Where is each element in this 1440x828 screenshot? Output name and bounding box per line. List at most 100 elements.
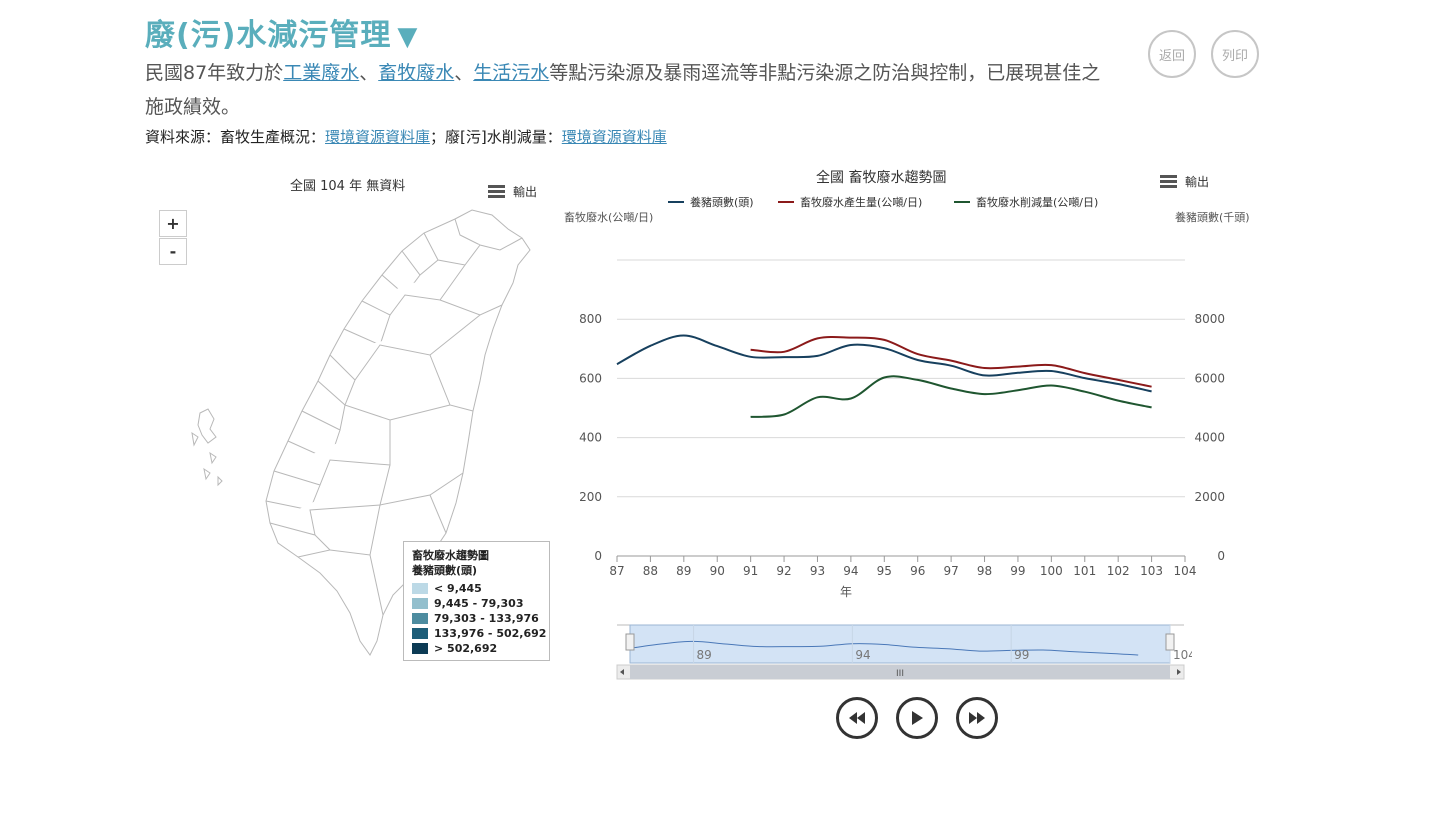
link-industrial-wastewater[interactable]: 工業廢水 — [283, 62, 359, 84]
legend-item-reduced[interactable]: 畜牧廢水削減量(公噸/日) — [954, 194, 1098, 210]
source-link-livestock[interactable]: 環境資源資料庫 — [325, 128, 430, 146]
page-title-text: 廢(污)水減污管理 — [145, 18, 392, 53]
map-title: 全國 104 年 無資料 — [290, 179, 406, 194]
y-tick-label-left: 0 — [594, 549, 602, 563]
y-tick-label-right: 4000 — [1194, 431, 1225, 445]
navigator-handle — [625, 633, 635, 651]
x-tick-label: 89 — [676, 564, 691, 578]
legend-title: 畜牧廢水趨勢圖 — [412, 549, 489, 562]
legend-line — [668, 201, 684, 203]
source-label: 資料來源：畜牧生產概況： — [145, 128, 326, 146]
x-tick-label: 92 — [776, 564, 791, 578]
map-export-button[interactable]: 輸出 — [488, 183, 537, 200]
y-axis-right-label: 養豬頭數(千頭) — [1175, 211, 1250, 224]
y-tick-label-right: 0 — [1217, 549, 1225, 563]
link-livestock-wastewater[interactable]: 畜牧廢水 — [378, 62, 454, 84]
x-tick-label: 95 — [877, 564, 892, 578]
fast-forward-button[interactable] — [956, 697, 998, 739]
print-button[interactable]: 列印 — [1211, 30, 1259, 78]
legend-swatch — [412, 613, 428, 624]
navigator-tick-label: 94 — [855, 648, 870, 662]
navigator-tick-label: 99 — [1014, 648, 1029, 662]
legend-label: 畜牧廢水產生量(公噸/日) — [800, 196, 923, 209]
x-tick-label: 101 — [1073, 564, 1096, 578]
series-line — [616, 334, 1152, 393]
legend-swatch — [412, 628, 428, 639]
legend-subtitle: 養豬頭數(頭) — [412, 564, 478, 577]
x-tick-label: 99 — [1010, 564, 1025, 578]
play-icon — [912, 711, 923, 725]
description-text: 民國87年致力於 — [145, 62, 284, 84]
y-tick-label-left: 600 — [579, 371, 602, 385]
x-tick-label: 90 — [710, 564, 725, 578]
dropdown-toggle-icon[interactable]: ▼ — [397, 22, 418, 52]
y-axis-left-label: 畜牧廢水(公噸/日) — [564, 211, 654, 224]
fast-forward-icon — [969, 712, 985, 724]
legend-row: 79,303 - 133,976 — [412, 611, 549, 626]
chart-navigator[interactable]: 89 94 99 104 III — [612, 620, 1192, 682]
y-tick-label-left: 200 — [579, 490, 602, 504]
x-tick-label: 103 — [1140, 564, 1163, 578]
separator: 、 — [359, 62, 379, 84]
page-title: 廢(污)水減污管理 ▼ — [145, 10, 418, 54]
chart-export-label: 輸出 — [1185, 175, 1210, 189]
legend-label: 79,303 - 133,976 — [434, 612, 539, 625]
link-domestic-sewage[interactable]: 生活污水 — [473, 62, 549, 84]
x-tick-label: 88 — [643, 564, 658, 578]
legend-row: 133,976 - 502,692 — [412, 626, 549, 641]
x-tick-label: 100 — [1040, 564, 1063, 578]
legend-label: 養豬頭數(頭) — [690, 196, 754, 209]
x-tick-label: 87 — [609, 564, 624, 578]
source-label: ；廢[污]水削減量： — [430, 128, 562, 146]
legend-line — [954, 201, 970, 203]
play-button[interactable] — [896, 697, 938, 739]
description: 民國87年致力於工業廢水、畜牧廢水、生活污水等點污染源及暴雨逕流等非點污染源之防… — [145, 56, 1115, 124]
chart-export-button[interactable]: 輸出 — [1160, 173, 1209, 190]
y-tick-label-right: 6000 — [1194, 371, 1225, 385]
series-line — [750, 375, 1152, 418]
x-tick-label: 94 — [843, 564, 858, 578]
legend-label: 9,445 - 79,303 — [434, 597, 524, 610]
x-tick-label: 96 — [910, 564, 925, 578]
menu-icon — [488, 185, 505, 198]
x-tick-label: 98 — [977, 564, 992, 578]
navigator-tick-label: 104 — [1173, 648, 1192, 662]
x-tick-label: 91 — [743, 564, 758, 578]
menu-icon — [1160, 175, 1177, 188]
x-axis-title: 年 — [840, 585, 852, 599]
legend-line — [778, 201, 794, 203]
map-legend: 畜牧廢水趨勢圖 養豬頭數(頭) < 9,445 9,445 - 79,303 7… — [403, 541, 550, 661]
legend-label: 133,976 - 502,692 — [434, 627, 547, 640]
legend-swatch — [412, 643, 428, 654]
rewind-icon — [849, 712, 865, 724]
legend-swatch — [412, 583, 428, 594]
separator: 、 — [454, 62, 474, 84]
navigator-handle — [1165, 633, 1175, 651]
y-tick-label-left: 400 — [579, 431, 602, 445]
x-tick-label: 104 — [1174, 564, 1197, 578]
navigator-scrollbar-grip: III — [896, 669, 904, 679]
x-tick-label: 97 — [943, 564, 958, 578]
y-tick-label-right: 2000 — [1194, 490, 1225, 504]
chart-title: 全國 畜牧廢水趨勢圖 — [816, 170, 947, 186]
legend-label: > 502,692 — [434, 642, 498, 655]
back-button[interactable]: 返回 — [1148, 30, 1196, 78]
legend-row: 9,445 - 79,303 — [412, 596, 549, 611]
legend-item-generated[interactable]: 畜牧廢水產生量(公噸/日) — [778, 194, 922, 210]
legend-row: > 502,692 — [412, 641, 549, 656]
y-tick-label-left: 800 — [579, 312, 602, 326]
y-tick-label-right: 8000 — [1194, 312, 1225, 326]
legend-row: < 9,445 — [412, 581, 549, 596]
legend-label: 畜牧廢水削減量(公噸/日) — [976, 196, 1099, 209]
data-source: 資料來源：畜牧生產概況：環境資源資料庫；廢[污]水削減量：環境資源資料庫 — [145, 126, 667, 147]
legend-swatch — [412, 598, 428, 609]
penghu-islands — [191, 408, 223, 487]
legend-label: < 9,445 — [434, 582, 482, 595]
line-chart[interactable]: 02004006008000200040006000800087 88 89 90 91… — [560, 240, 1240, 610]
legend-item-pigs[interactable]: 養豬頭數(頭) — [668, 194, 754, 210]
source-link-wastewater[interactable]: 環境資源資料庫 — [562, 128, 667, 146]
rewind-button[interactable] — [836, 697, 878, 739]
x-tick-label: 93 — [810, 564, 825, 578]
navigator-tick-label: 89 — [697, 648, 712, 662]
map-export-label: 輸出 — [513, 185, 538, 199]
